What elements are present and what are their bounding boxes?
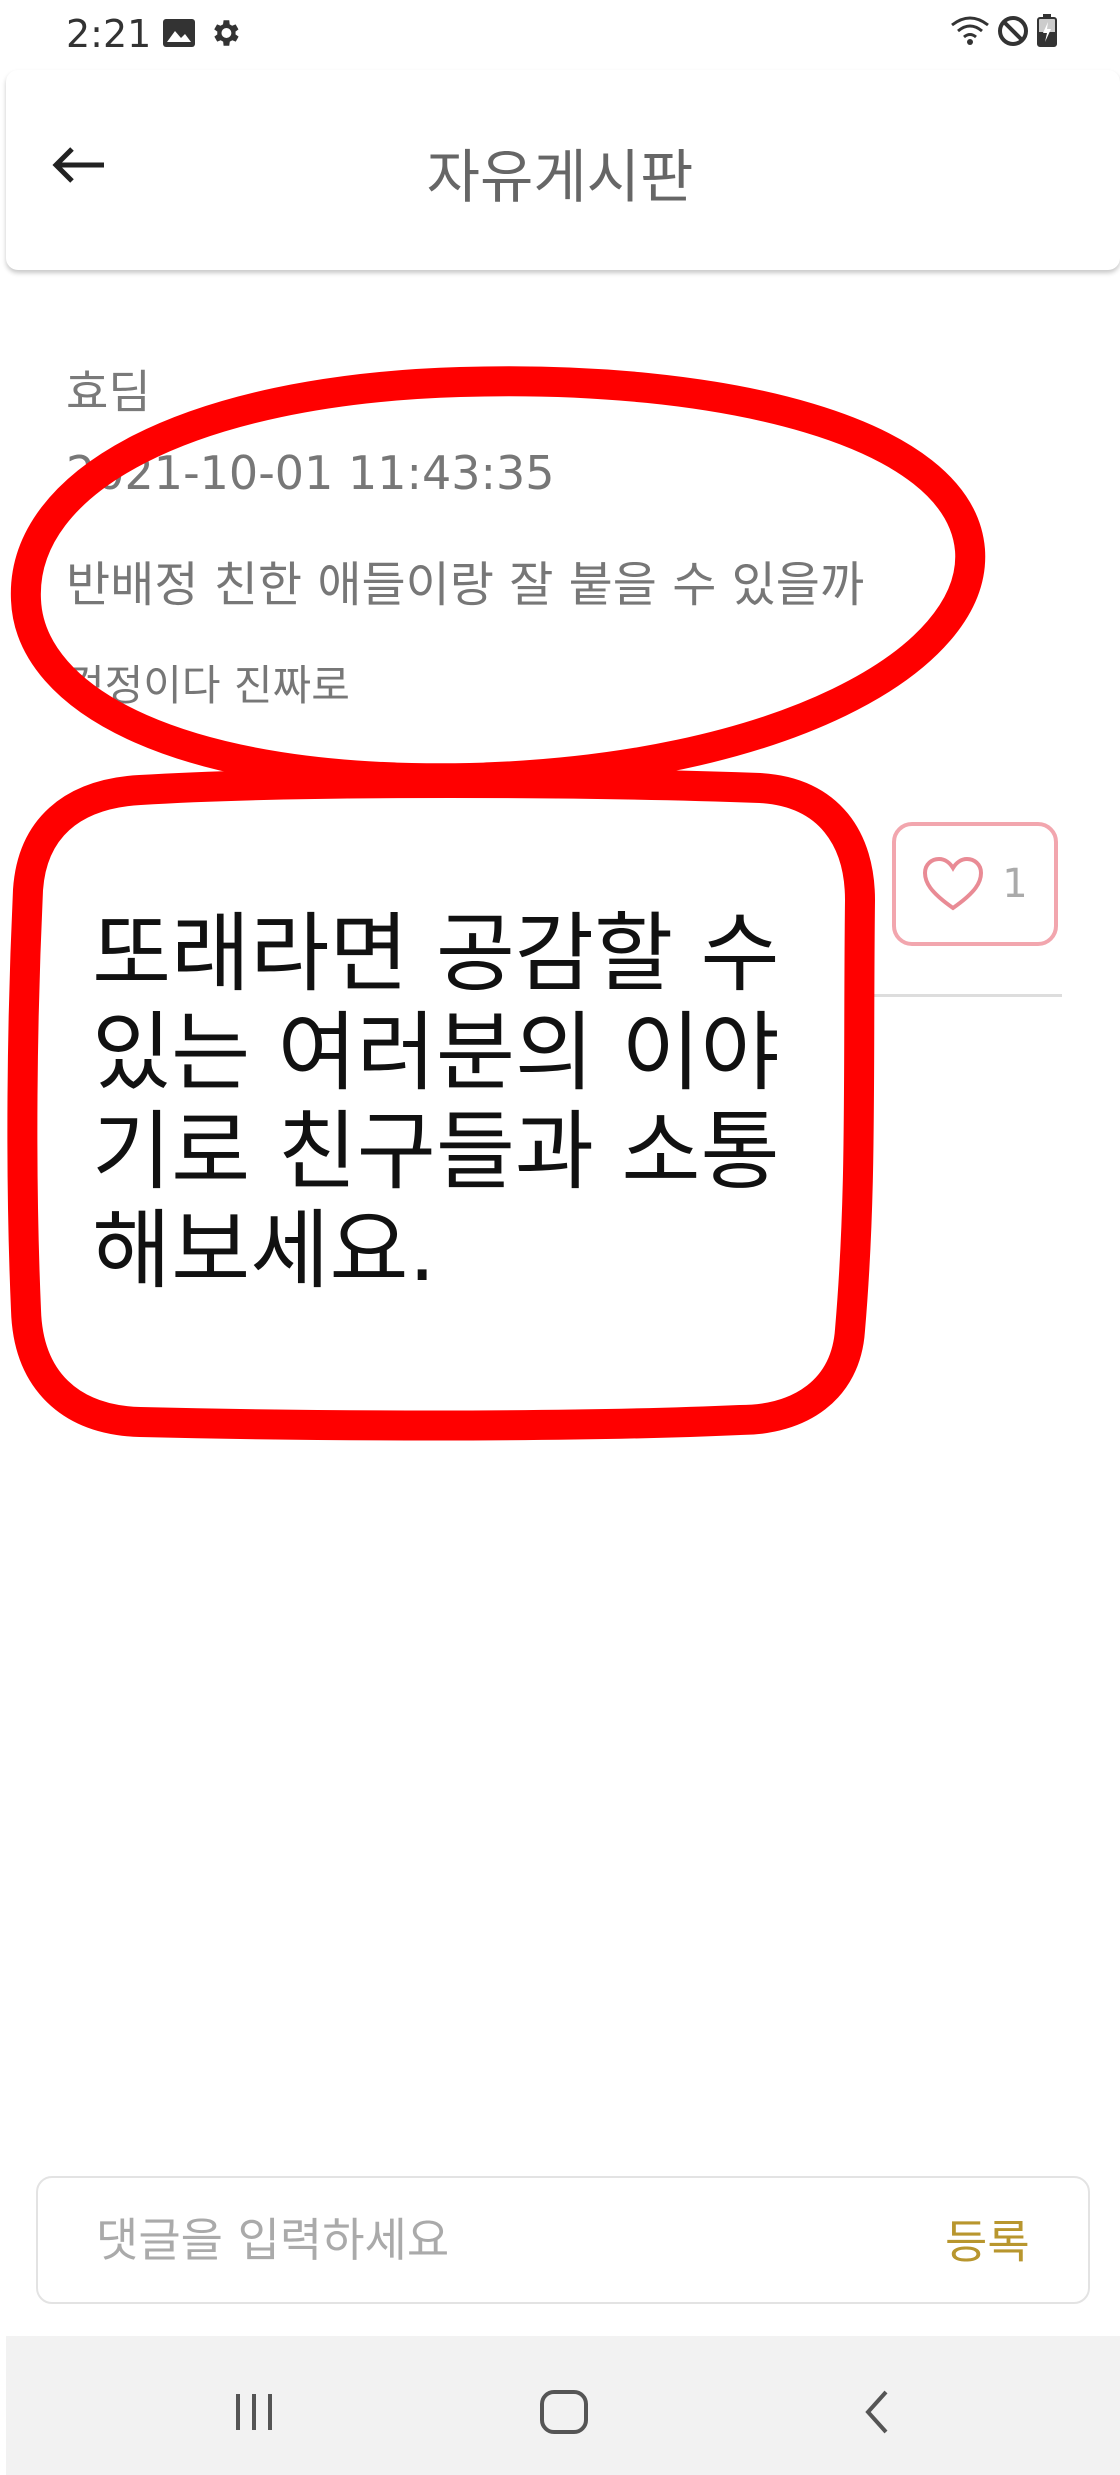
like-button[interactable]: 1 (892, 822, 1058, 946)
page-title: 자유게시판 (426, 143, 694, 211)
home-icon (540, 2390, 588, 2434)
annotation-ellipse (10, 366, 986, 794)
back-icon (865, 2390, 888, 2434)
annotation-text: 또래라면 공감할 수 있는 여러분의 이야기로 친구들과 소통해보세요. (92, 904, 780, 1301)
home-button[interactable] (524, 2372, 604, 2452)
image-icon (162, 18, 196, 52)
status-time: 2:21 (66, 12, 152, 56)
back-nav-button[interactable] (838, 2372, 918, 2452)
do-not-disturb-icon (996, 14, 1030, 52)
gear-icon (208, 16, 242, 54)
recent-apps-icon (236, 2394, 272, 2430)
like-count: 1 (1002, 861, 1028, 907)
submit-comment-button[interactable]: 등록 (945, 2206, 1030, 2272)
recent-apps-button[interactable] (214, 2372, 294, 2452)
heart-icon (923, 856, 984, 911)
status-icons (950, 14, 1058, 52)
comment-input[interactable] (96, 2210, 856, 2270)
wifi-icon (950, 15, 990, 51)
battery-charging-icon (1036, 14, 1058, 52)
